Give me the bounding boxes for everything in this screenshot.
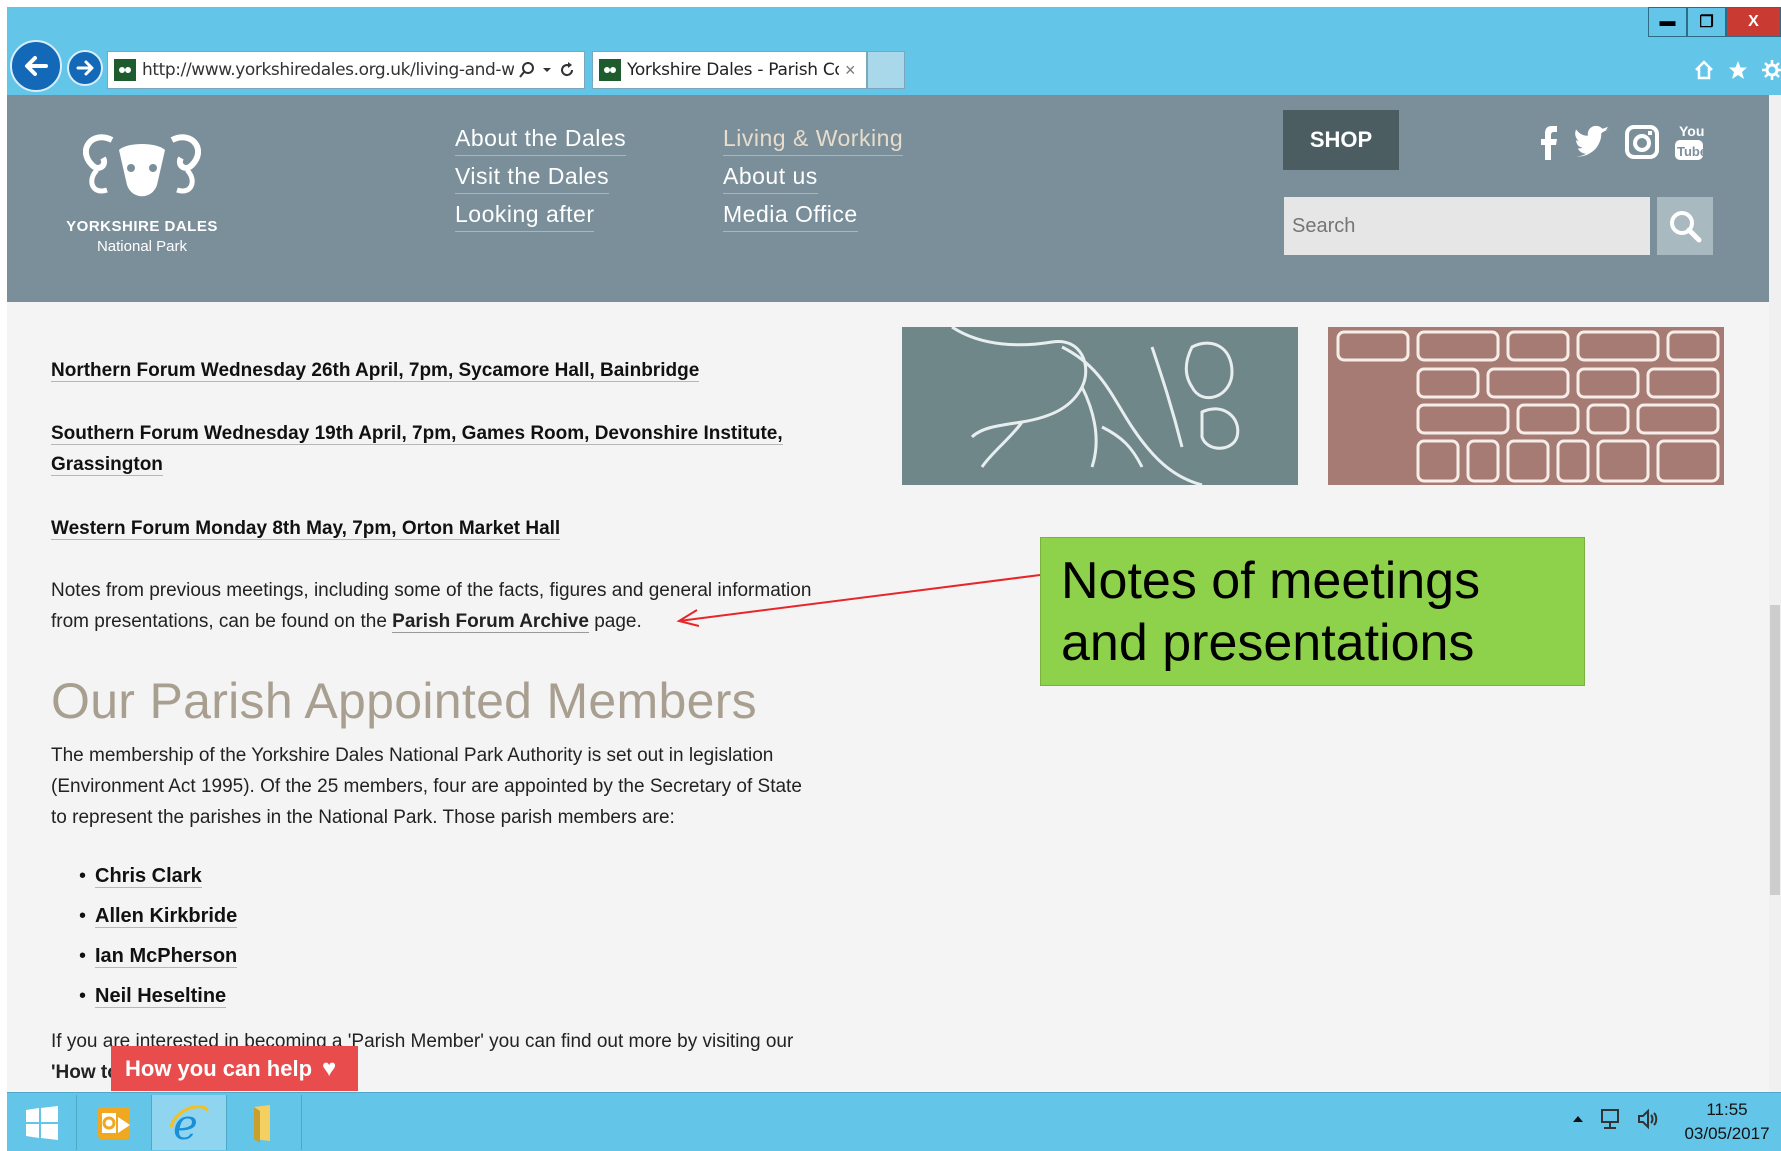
- illustration-image-stone-wall: [1328, 327, 1724, 485]
- twitter-icon[interactable]: [1573, 125, 1611, 159]
- show-hidden-icons-icon[interactable]: [1572, 1113, 1584, 1125]
- taskbar-clock[interactable]: 11:55 03/05/2017: [1677, 1098, 1777, 1146]
- url-text[interactable]: http://www.yorkshiredales.org.uk/living-…: [142, 60, 514, 80]
- arrow-right-icon: [76, 60, 94, 76]
- internet-explorer-icon: e: [169, 1101, 209, 1145]
- member-item[interactable]: • Chris Clark: [79, 865, 202, 888]
- youtube-icon[interactable]: You Tube: [1673, 121, 1705, 163]
- tab-favicon-icon: [599, 59, 621, 81]
- taskbar-internet-explorer[interactable]: e: [152, 1095, 227, 1150]
- member-item[interactable]: • Allen Kirkbride: [79, 905, 238, 928]
- site-header: YORKSHIRE DALES National Park About the …: [7, 95, 1769, 302]
- restore-button[interactable]: ❐: [1687, 7, 1726, 37]
- logo-subtitle: National Park: [96, 238, 188, 255]
- search-button[interactable]: [1657, 197, 1713, 255]
- folder-icon: [254, 1104, 270, 1143]
- taskbar: e 11:55 03/05/2017: [7, 1092, 1781, 1151]
- svg-text:Tube: Tube: [1677, 144, 1705, 159]
- section-heading: Our Parish Appointed Members: [51, 673, 757, 729]
- search-input[interactable]: [1284, 197, 1650, 255]
- network-icon[interactable]: [1598, 1107, 1622, 1131]
- favorites-star-icon[interactable]: [1727, 59, 1749, 81]
- browser-tab[interactable]: Yorkshire Dales - Parish Co... ×: [592, 51, 867, 89]
- site-favicon-icon: [114, 59, 136, 81]
- logo-title: YORKSHIRE DALES: [66, 218, 218, 235]
- parish-forum-archive-link[interactable]: Parish Forum Archive: [392, 611, 589, 633]
- heart-icon: ♥: [322, 1054, 337, 1082]
- scrollbar-thumb[interactable]: [1770, 605, 1780, 895]
- member-item[interactable]: • Ian McPherson: [79, 945, 238, 968]
- back-button[interactable]: [10, 40, 62, 92]
- browser-titlebar: ▬ ❐ X http://www.yorkshiredales.org.uk/l…: [7, 7, 1781, 95]
- tab-title: Yorkshire Dales - Parish Co...: [627, 60, 839, 80]
- member-item[interactable]: • Neil Heseltine: [79, 985, 227, 1008]
- forum-northern-link[interactable]: Northern Forum Wednesday 26th April, 7pm…: [51, 355, 700, 386]
- instagram-icon[interactable]: [1625, 125, 1659, 159]
- volume-icon[interactable]: [1636, 1107, 1660, 1131]
- address-bar[interactable]: http://www.yorkshiredales.org.uk/living-…: [107, 51, 585, 89]
- close-button[interactable]: X: [1726, 7, 1781, 37]
- taskbar-file-explorer[interactable]: [227, 1095, 302, 1150]
- forward-button[interactable]: [67, 50, 103, 86]
- screen: ▬ ❐ X http://www.yorkshiredales.org.uk/l…: [0, 0, 1781, 1151]
- tab-close-icon[interactable]: ×: [845, 60, 856, 81]
- nav-about-the-dales[interactable]: About the Dales: [455, 125, 627, 156]
- forum-southern-link[interactable]: Southern Forum Wednesday 19th April, 7pm…: [51, 418, 783, 480]
- dropdown-icon[interactable]: [542, 65, 552, 75]
- settings-gear-icon[interactable]: [1761, 59, 1781, 81]
- shop-button[interactable]: SHOP: [1283, 110, 1399, 170]
- taskbar-outlook[interactable]: [77, 1095, 152, 1150]
- forum-western-link[interactable]: Western Forum Monday 8th May, 7pm, Orton…: [51, 513, 561, 544]
- ram-logo-icon: [83, 134, 201, 197]
- start-button[interactable]: [7, 1095, 77, 1150]
- arrow-left-icon: [25, 56, 48, 76]
- how-you-can-help-tab[interactable]: How you can help ♥: [111, 1046, 358, 1091]
- page-content: Northern Forum Wednesday 26th April, 7pm…: [7, 302, 1769, 1092]
- search-icon[interactable]: [518, 61, 536, 79]
- home-icon[interactable]: [1693, 59, 1715, 81]
- new-tab-button[interactable]: [867, 51, 905, 89]
- facebook-icon[interactable]: [1537, 122, 1559, 162]
- outlook-icon: [98, 1106, 130, 1139]
- notes-paragraph: Notes from previous meetings, including …: [51, 580, 812, 633]
- vertical-scrollbar[interactable]: [1769, 95, 1781, 1092]
- windows-logo-icon: [25, 1105, 58, 1140]
- refresh-icon[interactable]: [558, 61, 576, 79]
- minimize-button[interactable]: ▬: [1648, 7, 1687, 37]
- nav-living-and-working[interactable]: Living & Working: [723, 125, 904, 156]
- svg-text:You: You: [1679, 123, 1704, 139]
- nav-about-us[interactable]: About us: [723, 163, 818, 194]
- site-logo[interactable]: YORKSHIRE DALES National Park: [57, 120, 227, 270]
- nav-visit-the-dales[interactable]: Visit the Dales: [455, 163, 610, 194]
- search-icon: [1670, 211, 1702, 243]
- nav-looking-after[interactable]: Looking after: [455, 201, 595, 232]
- nav-media-office[interactable]: Media Office: [723, 201, 858, 232]
- illustration-image-heron: [902, 327, 1298, 485]
- annotation-callout: Notes of meetings and presentations: [1040, 537, 1585, 686]
- membership-paragraph: The membership of the Yorkshire Dales Na…: [51, 745, 802, 828]
